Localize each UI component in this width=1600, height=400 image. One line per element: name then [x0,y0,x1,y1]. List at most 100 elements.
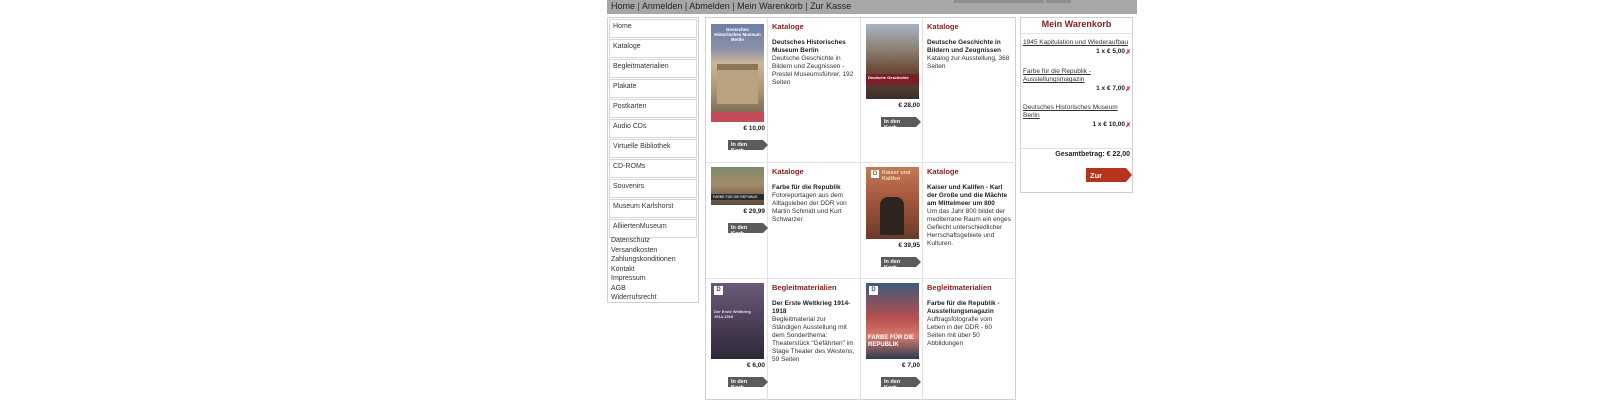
product-title[interactable]: Deutsche Geschichte in Bildern und Zeugn… [927,39,1011,55]
cart-item: Deutsches Historisches Museum Berlin 1 x… [1023,104,1131,129]
nav-item-begleitmaterialien[interactable]: Begleitmaterialien [609,59,697,78]
product-image-column: D Der Erste Weltkrieg 1914-1918 € 6,00 I… [706,279,768,400]
topnav-abmelden[interactable]: Abmelden [689,1,730,11]
product-card: D Der Erste Weltkrieg 1914-1918 € 6,00 I… [706,279,859,400]
product-description: Auftragsfotografie vom Leben in der DDR … [927,316,993,347]
topnav-warenkorb[interactable]: Mein Warenkorb [737,1,803,11]
meta-link-kontakt[interactable]: Kontakt [611,265,676,275]
product-card: D Kaiser und Kalifen € 39,95 In den Korb… [861,163,1014,278]
nav-item-museum-karlshorst[interactable]: Museum Karlshorst [609,199,697,218]
cover-logo: D [871,170,879,178]
cart-item-quantity: 1 x € 10,00 ✗ [1023,121,1131,129]
product-title[interactable]: Farbe für die Republik - Ausstellungsmag… [927,300,1011,316]
nav-item-kataloge[interactable]: Kataloge [609,39,697,58]
product-text: Kataloge Deutsche Geschichte in Bildern … [924,18,1014,75]
product-description: Deutsche Geschichte in Bildern und Zeugn… [772,55,854,86]
nav-item-postkarten[interactable]: Postkarten [609,99,697,118]
book-cover-image[interactable]: D Kaiser und Kalifen [866,167,919,239]
book-cover-image[interactable]: D FARBE FÜR DIE REPUBLIK [866,283,919,359]
cart-title: Mein Warenkorb [1021,18,1132,34]
checkout-button[interactable]: Zur Kasse [1086,168,1132,189]
topnav-home[interactable]: Home [611,1,635,11]
search-button-bar[interactable] [1046,0,1071,3]
nav-item-plakate[interactable]: Plakate [609,79,697,98]
cart-item-quantity: 1 x € 7,00 ✗ [1023,85,1131,93]
add-to-cart-button[interactable]: In den Korb [728,140,768,154]
cover-title: Der Erste Weltkrieg 1914-1918 [714,309,751,319]
cart-item-qty-text: 1 x € 10,00 [1092,121,1125,128]
product-category[interactable]: Kataloge [927,167,1011,176]
remove-icon[interactable]: ✗ [1126,85,1131,93]
product-price: € 10,00 [743,125,765,132]
cart-item-qty-text: 1 x € 5,00 [1096,48,1125,55]
product-text: Kataloge Deutsches Historisches Museum B… [769,18,859,91]
product-card: Deutsches Historisches Museum Berlin € 1… [706,18,859,162]
book-cover-image[interactable]: Deutsche Geschichte [866,24,919,99]
product-description: Fotoreportagen aus dem Alltagsleben der … [772,192,847,223]
cover-title: Kaiser und Kalifen [882,170,911,182]
product-title[interactable]: Farbe für die Republik [772,184,856,192]
product-title[interactable]: Kaiser und Kalifen - Karl der Große und … [927,184,1011,208]
cart-item-name[interactable]: Deutsches Historisches Museum Berlin [1023,104,1131,120]
product-text: Begleitmaterialien Farbe für die Republi… [924,279,1014,352]
product-category[interactable]: Begleitmaterialien [927,283,1011,292]
left-nav: Home Kataloge Begleitmaterialien Plakate… [607,17,699,303]
product-image-column: Deutsche Geschichte € 28,00 In den Korb [861,18,923,162]
book-cover-image[interactable]: Deutsches Historisches Museum Berlin [711,24,764,122]
remove-icon[interactable]: ✗ [1126,48,1131,56]
meta-link-versandkosten[interactable]: Versandkosten [611,246,676,256]
product-title[interactable]: Deutsches Historisches Museum Berlin [772,39,856,55]
nav-item-home[interactable]: Home [609,19,697,38]
meta-link-widerrufsrecht[interactable]: Widerrufsrecht [611,293,676,303]
nav-item-audio-cds[interactable]: Audio CDs [609,119,697,138]
nav-item-souvenirs[interactable]: Souvenirs [609,179,697,198]
top-nav: Home | Anmelden | Abmelden | Mein Warenk… [611,1,851,11]
product-image-column: D FARBE FÜR DIE REPUBLIK € 7,00 In den K… [861,279,923,400]
remove-icon[interactable]: ✗ [1126,121,1131,129]
meta-link-datenschutz[interactable]: Datenschutz [611,236,676,246]
top-bar: Home | Anmelden | Abmelden | Mein Warenk… [607,0,1137,14]
topnav-separator: | [635,1,642,11]
cart-item: 1945 Kapitulation und Wiederaufbau 1 x €… [1023,39,1131,56]
search-field-bar[interactable] [954,0,1044,3]
product-category[interactable]: Kataloge [772,22,856,31]
cover-logo: D [714,286,723,295]
product-card: FARBE FÜR DIE REPUBLIK € 29,99 In den Ko… [706,163,859,278]
cover-foreground [711,112,764,122]
cart-item-quantity: 1 x € 5,00 ✗ [1023,48,1131,56]
product-category[interactable]: Kataloge [772,167,856,176]
product-description: Um das Jahr 800 bildet der mediterrane R… [927,208,1011,247]
nav-item-cd-roms[interactable]: CD-ROMs [609,159,697,178]
add-to-cart-button[interactable]: In den Korb [881,377,921,391]
add-to-cart-button[interactable]: In den Korb [728,223,768,237]
product-image-column: Deutsches Historisches Museum Berlin € 1… [706,18,768,162]
product-price: € 29,99 [743,208,765,215]
product-text: Begleitmaterialien Der Erste Weltkrieg 1… [769,279,859,368]
cart-panel: Mein Warenkorb 1945 Kapitulation und Wie… [1020,17,1133,193]
product-text: Kataloge Kaiser und Kalifen - Karl der G… [924,163,1014,252]
add-to-cart-button[interactable]: In den Korb [728,377,768,391]
topnav-anmelden[interactable]: Anmelden [642,1,683,11]
meta-link-zahlungskonditionen[interactable]: Zahlungskonditionen [611,255,676,265]
topnav-kasse[interactable]: Zur Kasse [810,1,851,11]
meta-links: Datenschutz Versandkosten Zahlungskondit… [611,236,676,303]
add-to-cart-button[interactable]: In den Korb [881,117,921,131]
book-cover-image[interactable]: FARBE FÜR DIE REPUBLIK [711,167,764,205]
product-description: Katalog zur Ausstellung, 368 Seiten [927,55,1010,70]
product-text: Kataloge Farbe für die Republik Fotorepo… [769,163,859,228]
cart-item-name[interactable]: Farbe für die Republik - Ausstellungsmag… [1023,68,1131,84]
product-category[interactable]: Begleitmaterialien [772,283,856,292]
book-cover-image[interactable]: D Der Erste Weltkrieg 1914-1918 [711,283,764,359]
cover-building [717,64,758,104]
meta-link-impressum[interactable]: Impressum [611,274,676,284]
cart-item-name[interactable]: 1945 Kapitulation und Wiederaufbau [1023,39,1131,47]
cart-item-qty-text: 1 x € 7,00 [1096,85,1125,92]
cover-title: Deutsche Geschichte [866,74,919,85]
cover-figure [880,197,904,235]
add-to-cart-button[interactable]: In den Korb [881,257,921,271]
product-title[interactable]: Der Erste Weltkrieg 1914-1918 [772,300,856,316]
product-price: € 28,00 [898,102,920,109]
nav-item-virtuelle-bibliothek[interactable]: Virtuelle Bibliothek [609,139,697,158]
product-category[interactable]: Kataloge [927,22,1011,31]
meta-link-agb[interactable]: AGB [611,284,676,294]
